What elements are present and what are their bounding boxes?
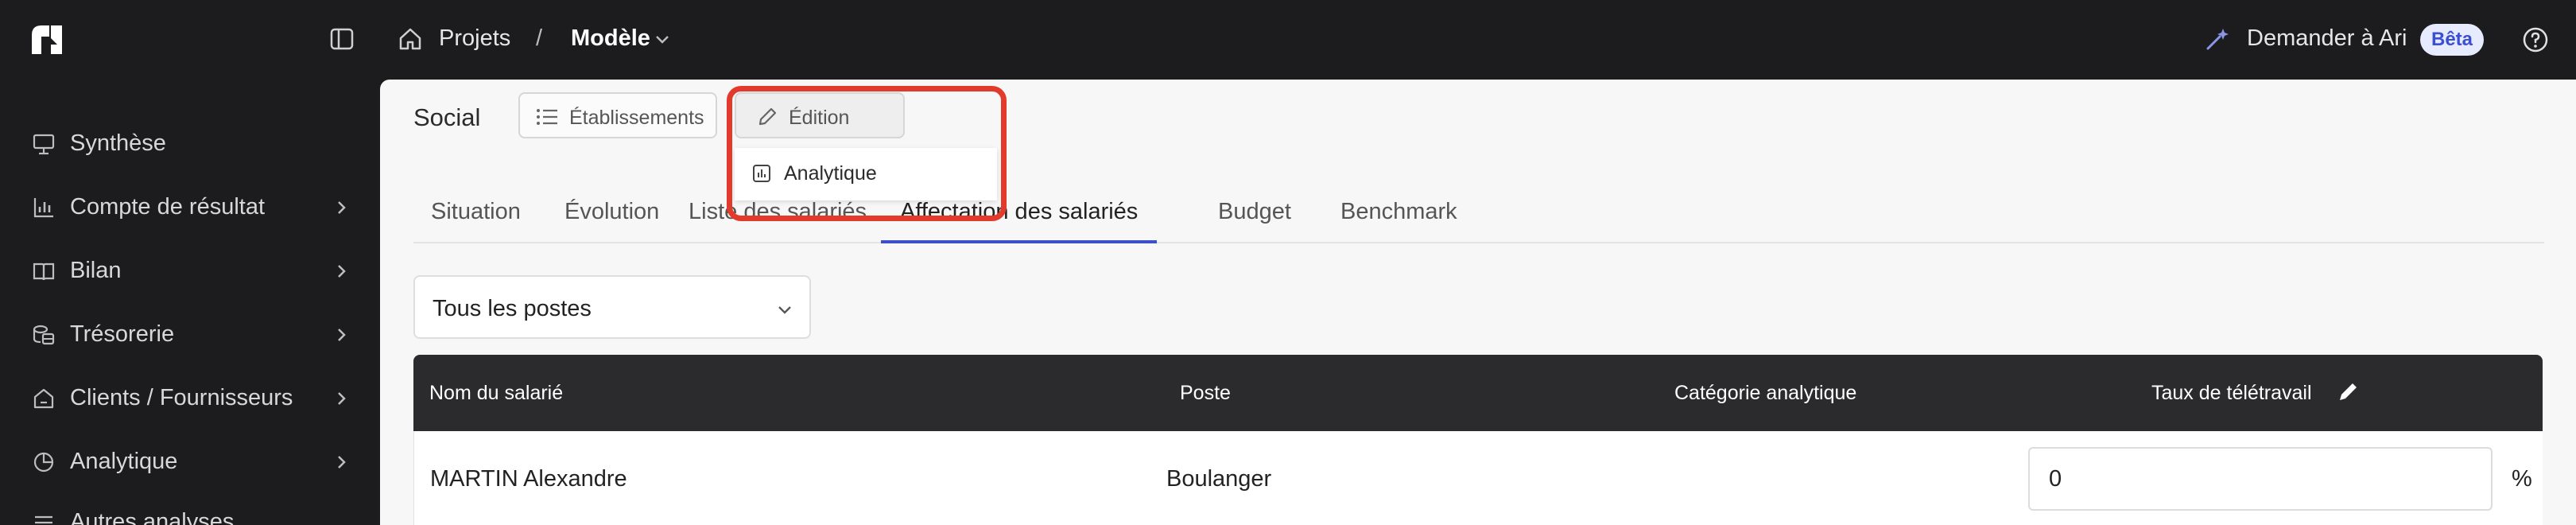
app-logo[interactable] bbox=[30, 24, 65, 56]
sidebar-item-analytique[interactable]: Analytique bbox=[32, 445, 358, 477]
tab-situation[interactable]: Situation bbox=[431, 199, 521, 243]
book-icon bbox=[33, 262, 55, 281]
table-header: Nom du salarié Poste Catégorie analytiqu… bbox=[413, 355, 2543, 431]
teletravail-rate-input[interactable]: 0 bbox=[2028, 447, 2493, 511]
breadcrumb-separator: / bbox=[536, 25, 543, 51]
sidebar-item-clients-fournisseurs[interactable]: Clients / Fournisseurs bbox=[32, 382, 358, 414]
chevron-down-icon bbox=[778, 306, 791, 314]
sidebar: Synthèse Compte de résultat Bilan Trésor… bbox=[0, 80, 380, 525]
chevron-right-icon bbox=[338, 456, 346, 469]
main-content: Social Établissements Édition Situation … bbox=[380, 80, 2576, 525]
sidebar-item-autres-analyses[interactable]: Autres analyses bbox=[32, 506, 358, 525]
sparkle-wand-icon[interactable] bbox=[2204, 25, 2231, 52]
home-icon[interactable] bbox=[398, 26, 423, 52]
tab-affectation-des-salaries[interactable]: Affectation des salariés bbox=[881, 199, 1158, 243]
sidebar-item-label: Synthèse bbox=[70, 130, 166, 156]
chevron-right-icon bbox=[338, 329, 346, 341]
edition-dropdown-menu: Analytique bbox=[735, 148, 997, 200]
cell-poste: Boulanger bbox=[1166, 466, 1272, 492]
poste-filter-value: Tous les postes bbox=[433, 296, 592, 321]
breadcrumb-projets[interactable]: Projets bbox=[439, 25, 510, 52]
beta-badge: Bêta bbox=[2420, 24, 2485, 56]
coins-icon bbox=[33, 325, 55, 345]
chevron-right-icon bbox=[338, 392, 346, 405]
chevron-right-icon bbox=[338, 201, 346, 214]
tab-benchmark[interactable]: Benchmark bbox=[1340, 199, 1457, 243]
column-header-taux: Taux de télétravail bbox=[2151, 382, 2312, 404]
sidebar-item-tresorerie[interactable]: Trésorerie bbox=[32, 318, 358, 350]
chevron-down-icon[interactable] bbox=[654, 30, 671, 48]
tab-bar: Situation Évolution Liste des salariés A… bbox=[413, 199, 2544, 243]
page-title: Social bbox=[413, 103, 481, 131]
ask-ai-button[interactable]: Demander à Ari bbox=[2247, 25, 2407, 52]
dropdown-item-analytique[interactable]: Analytique bbox=[784, 162, 877, 185]
list-icon bbox=[35, 515, 52, 524]
teletravail-rate-value: 0 bbox=[2049, 466, 2062, 492]
bar-chart-icon bbox=[753, 165, 770, 182]
sidebar-toggle-icon[interactable] bbox=[329, 26, 355, 52]
chevron-right-icon bbox=[338, 265, 346, 278]
sidebar-item-label: Bilan bbox=[70, 258, 122, 283]
top-bar: Projets / Modèle Demander à Ari Bêta bbox=[0, 0, 2576, 80]
tab-budget[interactable]: Budget bbox=[1218, 199, 1291, 243]
sidebar-item-label: Clients / Fournisseurs bbox=[70, 385, 293, 410]
pencil-icon bbox=[758, 107, 777, 126]
percent-unit: % bbox=[2512, 466, 2532, 492]
etablissements-button[interactable]: Établissements bbox=[518, 92, 717, 138]
help-icon[interactable] bbox=[2522, 26, 2549, 53]
sidebar-item-label: Analytique bbox=[70, 449, 178, 474]
edition-button[interactable]: Édition bbox=[735, 92, 905, 138]
poste-filter-select[interactable]: Tous les postes bbox=[413, 275, 811, 339]
edition-label: Édition bbox=[789, 107, 850, 129]
list-icon bbox=[537, 109, 557, 125]
sidebar-item-label: Autres analyses bbox=[70, 509, 235, 525]
column-header-categorie: Catégorie analytique bbox=[1674, 382, 1857, 404]
sidebar-item-label: Trésorerie bbox=[70, 321, 175, 347]
etablissements-label: Établissements bbox=[569, 107, 704, 129]
bar-chart-icon bbox=[33, 198, 53, 218]
home-icon bbox=[33, 388, 54, 409]
sidebar-item-bilan[interactable]: Bilan bbox=[32, 255, 358, 286]
tab-evolution[interactable]: Évolution bbox=[564, 199, 659, 243]
pie-chart-icon bbox=[33, 452, 54, 472]
table-row: MARTIN Alexandre Boulanger 0 % bbox=[413, 431, 2543, 525]
sidebar-item-synthese[interactable]: Synthèse bbox=[32, 127, 358, 159]
presentation-icon bbox=[33, 134, 55, 155]
cell-nom: MARTIN Alexandre bbox=[430, 466, 627, 492]
sidebar-item-label: Compte de résultat bbox=[70, 194, 266, 220]
tab-liste-des-salaries[interactable]: Liste des salariés bbox=[689, 199, 867, 243]
pencil-icon[interactable] bbox=[2337, 380, 2360, 402]
breadcrumb-modele[interactable]: Modèle bbox=[571, 25, 650, 52]
column-header-poste: Poste bbox=[1180, 382, 1231, 404]
sidebar-item-compte-de-resultat[interactable]: Compte de résultat bbox=[32, 191, 358, 223]
column-header-nom: Nom du salarié bbox=[429, 382, 564, 404]
